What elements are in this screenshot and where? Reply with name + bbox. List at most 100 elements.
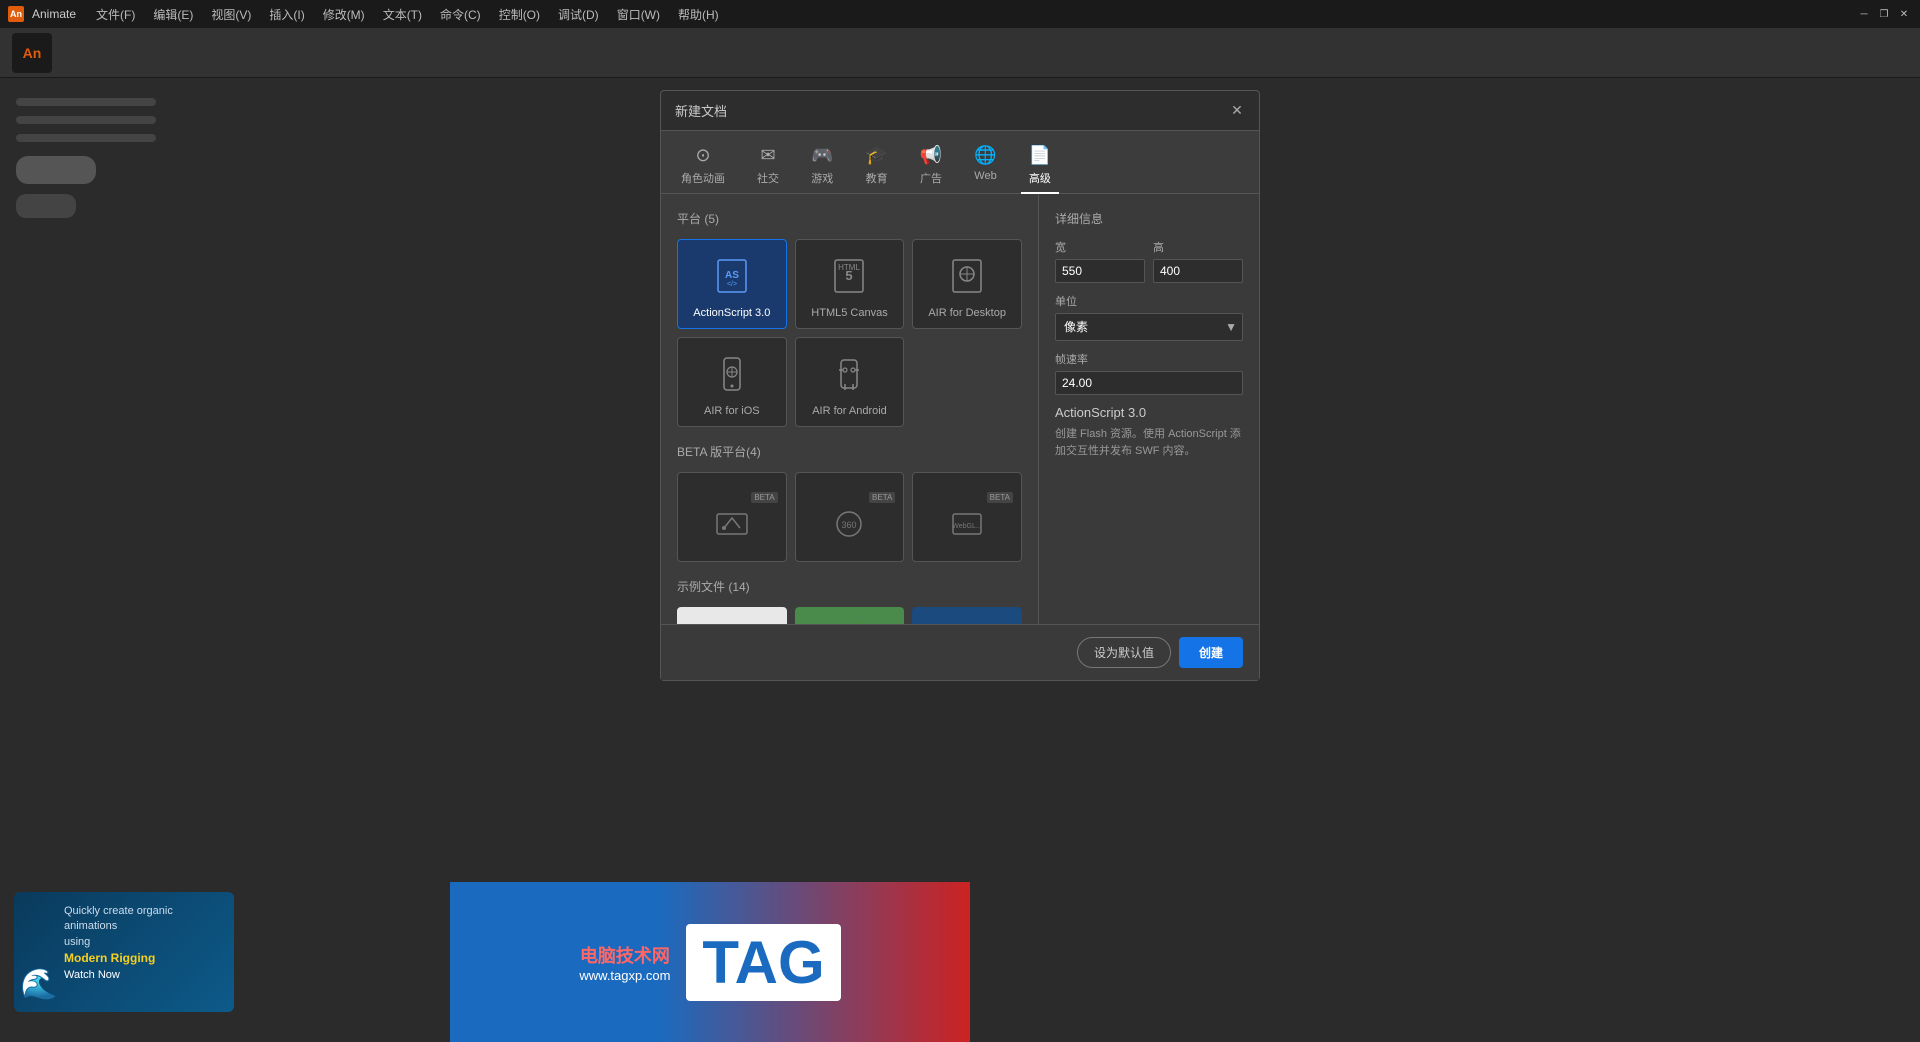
- promo-text: Quickly create organic animations using …: [64, 904, 222, 983]
- watermark-tag: TAG: [686, 924, 840, 1001]
- example-hippo[interactable]: 🌿 Hippo: [795, 607, 905, 624]
- social-icon: ✉: [760, 145, 775, 166]
- unit-label: 单位: [1055, 293, 1243, 309]
- tab-role-animation[interactable]: ⊙ 角色动画: [673, 139, 733, 194]
- fps-label: 帧速率: [1055, 351, 1243, 367]
- unit-wrapper: 像素 英寸 厘米 ▼: [1055, 313, 1243, 341]
- create-button[interactable]: 创建: [1179, 637, 1243, 668]
- modal-body: 平台 (5) AS </> ActionScript 3.0: [661, 194, 1259, 624]
- svg-text:WebGL...: WebGL...: [952, 523, 981, 530]
- html5-icon: 5 HTML: [831, 258, 867, 301]
- tab-education[interactable]: 🎓 教育: [857, 139, 895, 194]
- template-air-android[interactable]: AIR for Android: [795, 337, 905, 427]
- menu-modify[interactable]: 修改(M): [315, 4, 373, 25]
- tab-social[interactable]: ✉ 社交: [749, 139, 787, 194]
- modal-footer: 设为默认值 创建: [661, 624, 1259, 680]
- toolbar: An: [0, 28, 1920, 78]
- width-group: 宽: [1055, 239, 1145, 283]
- template-air-ios[interactable]: AIR for iOS: [677, 337, 787, 427]
- actionscript-icon: AS </>: [714, 258, 750, 301]
- advanced-icon: 📄: [1029, 145, 1051, 166]
- hippo-thumbnail: 🌿: [795, 607, 905, 624]
- menu-debug[interactable]: 调试(D): [550, 4, 607, 25]
- watermark-box: 电脑技术网 www.tagxp.com TAG: [450, 882, 970, 1042]
- example-bouncing-pig[interactable]: 🐷 Bouncing Pig: [677, 607, 787, 624]
- examples-section: 示例文件 (14) 🐷 Bouncing Pig 🌿 Hippo: [677, 578, 1022, 624]
- menu-edit[interactable]: 编辑(E): [145, 4, 201, 25]
- tab-advanced-label: 高级: [1029, 170, 1051, 186]
- tab-advanced[interactable]: 📄 高级: [1021, 139, 1059, 194]
- sidebar-button-2[interactable]: [16, 194, 76, 218]
- template-actionscript30[interactable]: AS </> ActionScript 3.0: [677, 239, 787, 329]
- unit-select[interactable]: 像素 英寸 厘米: [1055, 313, 1243, 341]
- air-desktop-icon: [949, 258, 985, 301]
- menu-file[interactable]: 文件(F): [88, 4, 143, 25]
- sidebar-bar-2: [16, 116, 156, 124]
- menu-command[interactable]: 命令(C): [432, 4, 489, 25]
- examples-grid: 🐷 Bouncing Pig 🌿 Hippo 🔸: [677, 607, 1022, 624]
- watermark-overlay: 电脑技术网 www.tagxp.com TAG: [450, 882, 970, 1042]
- tab-ad[interactable]: 📢 广告: [912, 139, 950, 194]
- webgl-icon: WebGL...: [949, 506, 985, 542]
- actionscript-label: ActionScript 3.0: [693, 307, 770, 319]
- svg-text:360: 360: [842, 520, 857, 530]
- menu-window[interactable]: 窗口(W): [609, 4, 668, 25]
- tab-web-label: Web: [974, 170, 996, 182]
- modal-tab-bar: ⊙ 角色动画 ✉ 社交 🎮 游戏 🎓 教育 📢 广告 🌐 Web 📄 高级: [661, 131, 1259, 194]
- air-ios-label: AIR for iOS: [704, 405, 760, 417]
- air-android-icon: [831, 356, 867, 399]
- promo-banner[interactable]: 🌊 Quickly create organic animations usin…: [14, 892, 234, 1012]
- fps-input[interactable]: [1055, 371, 1243, 395]
- height-input[interactable]: [1153, 259, 1243, 283]
- template-beta1[interactable]: BETA: [677, 472, 787, 562]
- sidebar-bar-3: [16, 134, 156, 142]
- tab-web[interactable]: 🌐 Web: [966, 139, 1004, 194]
- role-animation-icon: ⊙: [695, 145, 710, 166]
- watch-now-link[interactable]: Watch Now: [64, 969, 120, 981]
- tab-education-label: 教育: [866, 170, 888, 186]
- air-android-label: AIR for Android: [812, 405, 887, 417]
- tab-game-label: 游戏: [811, 170, 833, 186]
- menu-view[interactable]: 视图(V): [203, 4, 259, 25]
- app-icon: An: [8, 6, 24, 22]
- beta-grid: BETA BETA 360: [677, 472, 1022, 562]
- beta2-icon: 360: [831, 506, 867, 542]
- beta-badge-2: BETA: [869, 492, 895, 503]
- svg-text:AS: AS: [725, 270, 739, 281]
- menu-control[interactable]: 控制(O): [491, 4, 548, 25]
- modal-close-button[interactable]: ✕: [1229, 103, 1245, 119]
- bouncing-pig-thumbnail: 🐷: [677, 607, 787, 624]
- menu-insert[interactable]: 插入(I): [261, 4, 312, 25]
- window-controls: ─ ❐ ✕: [1856, 6, 1912, 22]
- example-3[interactable]: 🔸: [912, 607, 1022, 624]
- examples-section-title: 示例文件 (14): [677, 578, 1022, 595]
- sidebar-button-1[interactable]: [16, 156, 96, 184]
- template-left-panel: 平台 (5) AS </> ActionScript 3.0: [661, 194, 1039, 624]
- width-label: 宽: [1055, 239, 1145, 255]
- menu-text[interactable]: 文本(T): [375, 4, 430, 25]
- template-html5canvas[interactable]: 5 HTML HTML5 Canvas: [795, 239, 905, 329]
- details-panel: 详细信息 宽 高 单位 像素 英寸 厘米 ▼: [1039, 194, 1259, 624]
- tab-social-label: 社交: [757, 170, 779, 186]
- doc-description: 创建 Flash 资源。使用 ActionScript 添加交互性并发布 SWF…: [1055, 426, 1243, 459]
- set-default-button[interactable]: 设为默认值: [1077, 637, 1171, 668]
- close-window-button[interactable]: ✕: [1896, 6, 1912, 22]
- tab-role-animation-label: 角色动画: [681, 170, 725, 186]
- doc-type-label: ActionScript 3.0: [1055, 405, 1243, 420]
- animate-logo: An: [12, 33, 52, 73]
- template-webgl[interactable]: BETA WebGL...: [912, 472, 1022, 562]
- app-name: Animate: [32, 7, 76, 21]
- minimize-button[interactable]: ─: [1856, 6, 1872, 22]
- tab-game[interactable]: 🎮 游戏: [803, 139, 841, 194]
- platform-grid: AS </> ActionScript 3.0 5 HTML: [677, 239, 1022, 427]
- menu-help[interactable]: 帮助(H): [670, 4, 727, 25]
- width-input[interactable]: [1055, 259, 1145, 283]
- dimension-row: 宽 高: [1055, 239, 1243, 283]
- restore-button[interactable]: ❐: [1876, 6, 1892, 22]
- template-air-desktop[interactable]: AIR for Desktop: [912, 239, 1022, 329]
- watermark-url: www.tagxp.com: [579, 968, 670, 983]
- height-label: 高: [1153, 239, 1243, 255]
- watermark-text: 电脑技术网 www.tagxp.com: [579, 942, 670, 983]
- education-icon: 🎓: [865, 145, 887, 166]
- template-beta2[interactable]: BETA 360: [795, 472, 905, 562]
